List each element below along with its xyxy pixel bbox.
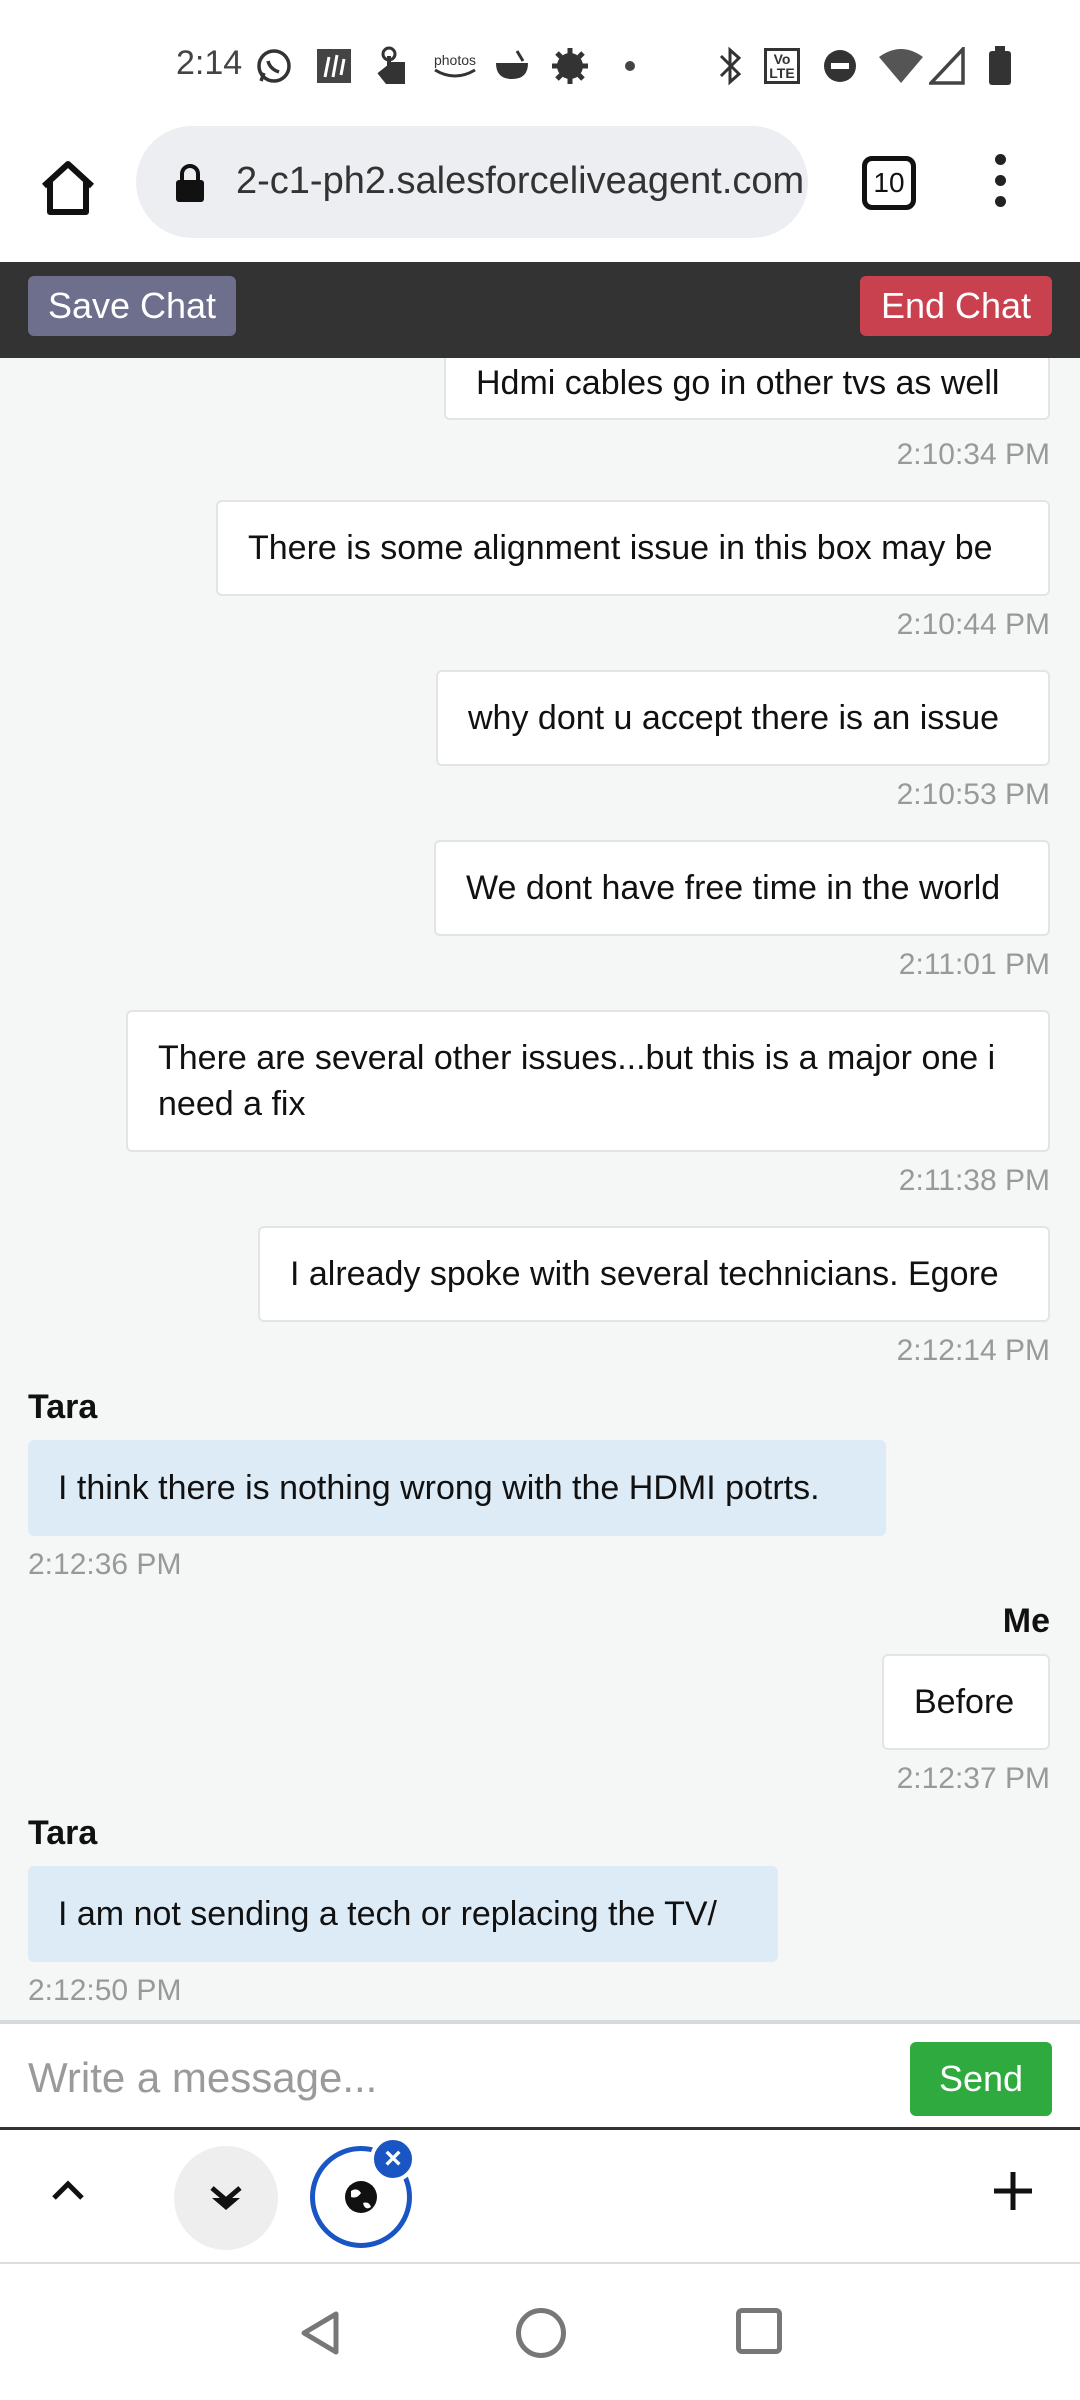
chat-message: I think there is nothing wrong with the … [28, 1440, 886, 1536]
photos-icon: photos [428, 46, 482, 86]
chat-message: why dont u accept there is an issue [436, 670, 1050, 766]
end-chat-button[interactable]: End Chat [860, 276, 1052, 336]
message-input[interactable] [28, 2048, 888, 2108]
message-timestamp: 2:12:36 PM [28, 1548, 182, 1581]
browser-toolbar: 2-c1-ph2.salesforceliveagent.com 10 [0, 126, 1080, 262]
dot-icon [610, 46, 650, 86]
chat-message: There is some alignment issue in this bo… [216, 500, 1050, 596]
sender-name: Tara [28, 1814, 98, 1852]
dnd-icon [820, 46, 860, 86]
whatsapp-icon [254, 46, 294, 86]
photos-label: photos [433, 52, 477, 68]
download-icon[interactable] [174, 2146, 278, 2250]
chat-message: Hdmi cables go in other tvs as well [444, 358, 1050, 420]
browser-bottom-toolbar: × [0, 2130, 1080, 2264]
chat-transcript[interactable]: Hdmi cables go in other tvs as well 2:10… [0, 358, 1080, 2020]
plus-icon[interactable] [988, 2166, 1038, 2216]
volte-label: Vo LTE [764, 48, 800, 84]
system-nav-bar [0, 2264, 1080, 2400]
app-icon [314, 46, 354, 86]
message-timestamp: 2:10:34 PM [896, 438, 1050, 471]
settings-icon [550, 46, 590, 86]
message-timestamp: 2:11:38 PM [898, 1164, 1050, 1197]
lock-icon[interactable] [174, 164, 206, 202]
chat-message: There are several other issues...but thi… [126, 1010, 1050, 1152]
status-bar: 2:14 photos Vo LTE [0, 0, 1080, 130]
message-timestamp: 2:12:50 PM [28, 1974, 182, 2007]
chat-message: Before [882, 1654, 1050, 1750]
save-chat-button[interactable]: Save Chat [28, 276, 236, 336]
message-timestamp: 2:12:37 PM [896, 1762, 1050, 1795]
chevron-up-icon[interactable] [46, 2168, 90, 2212]
bluetooth-icon [710, 46, 750, 86]
volte-icon: Vo LTE [762, 46, 802, 86]
wifi-icon [876, 46, 926, 86]
chat-message: I already spoke with several technicians… [258, 1226, 1050, 1322]
send-button[interactable]: Send [910, 2042, 1052, 2116]
home-icon[interactable] [36, 156, 100, 220]
chat-message: We dont have free time in the world [434, 840, 1050, 936]
status-time: 2:14 [176, 44, 243, 82]
home-icon[interactable] [516, 2308, 566, 2358]
message-timestamp: 2:12:14 PM [896, 1334, 1050, 1367]
message-timestamp: 2:10:53 PM [896, 778, 1050, 811]
message-timestamp: 2:10:44 PM [896, 608, 1050, 641]
sender-name: Me [1002, 1602, 1050, 1640]
close-icon[interactable]: × [370, 2136, 416, 2182]
message-composer: Send [0, 2020, 1080, 2130]
battery-icon [980, 46, 1020, 86]
chat-message: I am not sending a tech or replacing the… [28, 1866, 778, 1962]
message-timestamp: 2:11:01 PM [898, 948, 1050, 981]
touch-icon [374, 46, 414, 86]
recents-icon[interactable] [736, 2308, 782, 2354]
url-bar[interactable]: 2-c1-ph2.salesforceliveagent.com [136, 126, 808, 238]
back-icon[interactable] [296, 2308, 346, 2358]
bowl-icon [492, 46, 532, 86]
chat-header: Save Chat End Chat [0, 262, 1080, 358]
sender-name: Tara [28, 1388, 98, 1426]
tab-switcher-button[interactable]: 10 [862, 156, 916, 210]
url-text: 2-c1-ph2.salesforceliveagent.com [236, 160, 805, 202]
signal-icon [928, 46, 968, 86]
more-menu-icon[interactable] [988, 154, 1012, 214]
